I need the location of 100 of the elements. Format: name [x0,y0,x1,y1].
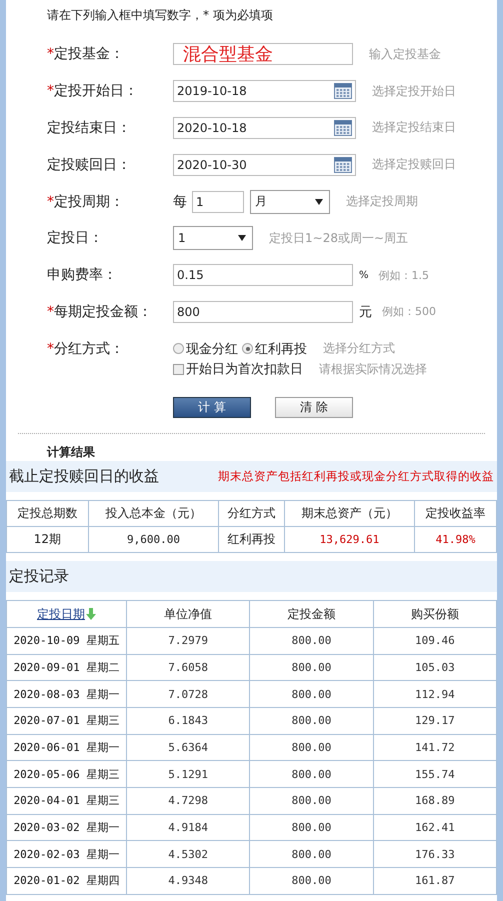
field-label: 定投开始日： [54,83,138,100]
section-title: 定投记录 [9,567,69,586]
required-marker: * [47,83,54,100]
required-marker: * [47,194,54,210]
hint-text: 例如：1.5 [378,268,430,283]
table-cell: 800.00 [250,680,374,708]
required-marker: * [47,46,54,62]
table-cell: 800.00 [250,734,374,761]
table-cell: 800.00 [250,707,374,734]
column-header: 分红方式 [218,500,284,527]
table-cell: 105.03 [373,654,496,681]
down-arrow-icon [86,608,96,620]
table-cell: 2020-08-03 星期一 [6,680,126,708]
prefix-label: 每 [173,192,187,211]
table-cell: 12期 [6,526,88,553]
column-header: 期末总资产（元） [284,500,415,527]
table-cell: 4.9184 [126,814,250,841]
field-label: 申购费率： [47,267,117,284]
checkbox-option[interactable]: 开始日为首次扣款日 [173,360,303,378]
period-input[interactable]: 1 [192,190,244,213]
table-cell: 800.00 [250,868,374,894]
radio-option[interactable]: 现金分红 [173,340,238,358]
period-select[interactable]: 月 [250,190,330,214]
table-cell: 2020-09-01 星期二 [6,654,126,681]
table-cell: 2020-06-01 星期一 [6,734,126,761]
fund-input[interactable]: 混合型基金 [173,43,353,66]
table-cell: 2020-05-06 星期三 [6,760,126,788]
hint-text: 选择分红方式 [323,340,395,358]
field-label: 定投结束日： [47,120,131,136]
number-input[interactable]: 800 [173,300,353,323]
calendar-icon[interactable] [334,83,352,100]
table-cell: 7.6058 [126,654,250,681]
column-header: 购买份额 [410,606,459,621]
table-cell: 112.94 [373,680,496,708]
column-header: 定投金额 [287,606,336,621]
table-cell: 6.1843 [126,707,250,734]
section-heading: 计算结果 [46,444,96,462]
table-cell: 4.5302 [126,840,250,868]
table-cell: 800.00 [250,787,374,814]
table-cell: 红利再投 [218,526,284,553]
table-cell: 5.1291 [126,760,250,788]
table-cell: 800.00 [250,760,374,788]
calendar-icon[interactable] [334,156,352,173]
hint-text: 请根据实际情况选择 [319,360,427,378]
table-cell: 5.6364 [126,734,250,761]
hint-text: 输入定投基金 [369,46,441,63]
table-cell: 162.41 [373,814,496,841]
table-cell: 109.46 [373,627,496,654]
field-label: 每期定投金额： [54,304,152,320]
date-input[interactable]: 2019-10-18 [173,80,356,102]
calculate-button[interactable]: 计 算 [173,397,251,418]
hint-text: 定投日1~28或周一~周五 [269,230,408,247]
table-cell: 2020-03-02 星期一 [6,814,126,841]
hint-text: 例如：500 [382,304,436,320]
table-cell: 41.98% [414,526,496,553]
clear-button[interactable]: 清 除 [275,397,353,418]
table-cell: 129.17 [373,707,496,734]
table-cell: 7.2979 [126,627,250,654]
unit-label: 元 [359,304,372,321]
table-cell: 800.00 [250,814,374,841]
table-cell: 7.0728 [126,680,250,708]
date-input[interactable]: 2020-10-30 [173,154,356,176]
hint-text: 选择定投周期 [346,193,418,210]
column-header: 定投收益率 [414,500,496,527]
table-cell: 168.89 [373,787,496,814]
note-text: 期末总资产包括红利再投或现金分红方式取得的收益 [218,469,494,484]
required-marker: * [47,304,54,320]
table-cell: 2020-07-01 星期三 [6,707,126,734]
table-cell: 4.9348 [126,868,250,894]
hint-text: 选择定投赎回日 [372,156,456,174]
field-label: 定投赎回日： [47,156,131,173]
table-cell: 9,600.00 [88,526,219,553]
field-label: 分红方式： [54,340,124,357]
table-cell: 2020-10-09 星期五 [6,627,126,654]
hint-text: 选择定投开始日 [372,82,456,100]
table-cell: 2020-02-03 星期一 [6,840,126,868]
table-cell: 800.00 [250,840,374,868]
field-label: 定投周期： [54,194,124,210]
table-cell: 2020-04-01 星期三 [6,787,126,814]
table-cell: 141.72 [373,734,496,761]
table-cell: 176.33 [373,840,496,868]
table-cell: 161.87 [373,868,496,894]
table-cell: 13,629.61 [284,526,415,553]
unit-label: % [359,270,369,281]
table-cell: 800.00 [250,627,374,654]
column-header: 单位净值 [164,606,212,621]
number-input[interactable]: 0.15 [173,264,353,286]
instruction-text: 请在下列输入框中填写数字，* 项为必填项 [46,7,274,24]
column-header: 定投总期数 [6,500,88,527]
required-marker: * [47,340,54,357]
radio-option[interactable]: 红利再投 [242,340,307,358]
table-cell: 4.7298 [126,787,250,814]
calendar-icon[interactable] [334,120,352,136]
day-select[interactable]: 1 [173,226,253,250]
table-cell: 155.74 [373,760,496,788]
field-label: 定投基金： [54,46,124,62]
section-title: 截止定投赎回日的收益 [9,467,159,486]
table-cell: 2020-01-02 星期四 [6,868,126,894]
date-input[interactable]: 2020-10-18 [173,116,356,139]
field-label: 定投日： [47,230,103,246]
